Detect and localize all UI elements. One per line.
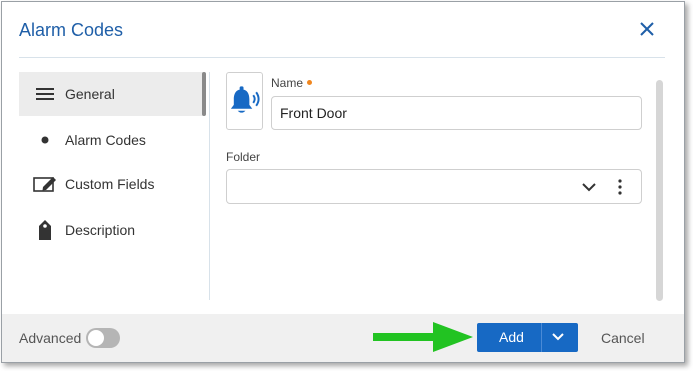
sidebar-item-custom-fields[interactable]: Custom Fields [19,162,203,206]
name-input[interactable] [271,96,642,130]
hamburger-icon [33,84,57,104]
alarm-codes-dialog: Alarm Codes General Alarm Codes Custom F… [1,1,685,363]
annotation-arrow-icon [373,322,473,352]
folder-select[interactable] [226,169,642,204]
sidebar-item-label: Description [65,222,136,238]
add-button-label: Add [499,329,524,345]
close-button[interactable] [636,18,658,40]
toggle-knob [88,330,104,346]
cancel-button[interactable]: Cancel [601,330,645,346]
chevron-down-icon[interactable] [581,180,597,194]
dialog-footer: Advanced Add Cancel [2,314,684,362]
edit-field-icon [33,174,57,194]
header-divider [19,57,665,58]
sidebar-item-label: Custom Fields [65,176,155,192]
alarm-bell-icon [230,86,260,113]
main-scrollbar[interactable] [656,80,663,301]
bullet-icon [33,130,57,150]
advanced-label: Advanced [19,330,82,346]
sidebar-item-label: General [65,86,115,102]
name-label-text: Name [271,76,304,90]
sidebar-item-alarm-codes[interactable]: Alarm Codes [19,118,203,162]
chevron-down-icon[interactable] [551,331,565,343]
required-indicator [307,80,313,86]
dialog-header: Alarm Codes [2,2,684,58]
advanced-toggle[interactable] [86,328,120,348]
name-field-label: Name [271,76,313,90]
add-button-separator [541,323,542,352]
add-button[interactable]: Add [477,323,578,352]
sidebar-item-label: Alarm Codes [65,132,146,148]
tag-icon [33,220,57,240]
more-options-icon[interactable] [617,179,623,195]
record-icon-button[interactable] [226,72,263,130]
sidebar-item-general[interactable]: General [19,72,203,116]
close-icon [640,22,654,36]
sidebar-item-description[interactable]: Description [19,208,203,252]
folder-field-label: Folder [226,150,261,164]
sidebar-divider [209,72,210,300]
sidebar-nav: General Alarm Codes Custom Fields Descri… [19,72,209,300]
dialog-title: Alarm Codes [19,20,124,40]
sidebar-scrollbar[interactable] [202,72,206,116]
